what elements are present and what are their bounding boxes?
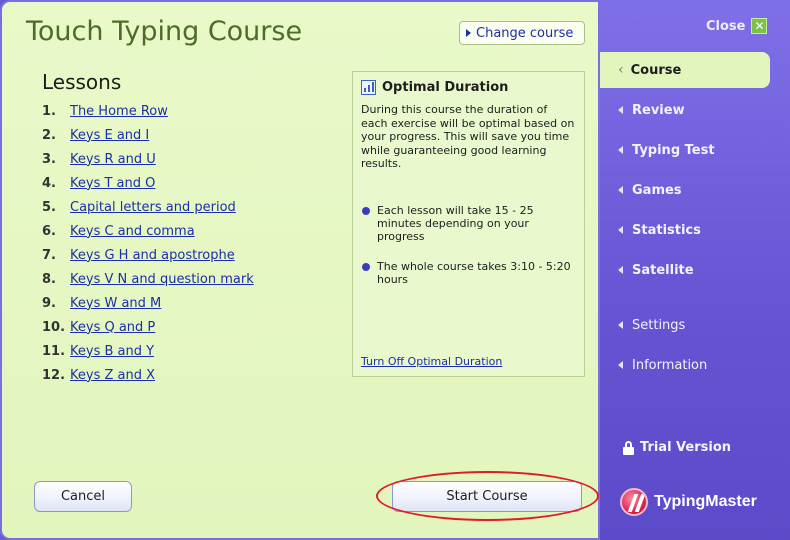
close-icon: ✕ bbox=[751, 18, 768, 34]
duration-bullet-text: The whole course takes 3:10 - 5:20 hours bbox=[377, 260, 571, 286]
lesson-item: 3. Keys R and U bbox=[42, 147, 254, 171]
lesson-link[interactable]: Keys V N and question mark bbox=[70, 272, 254, 287]
bullet-dot-icon bbox=[362, 207, 370, 215]
bullet-dot-icon bbox=[362, 263, 370, 271]
sidebar-item-label: Information bbox=[632, 357, 708, 373]
sidebar-item-label: Course bbox=[630, 62, 682, 78]
sidebar-item-label: Statistics bbox=[632, 222, 701, 238]
lesson-list: 1. The Home Row 2. Keys E and I 3. Keys R a… bbox=[42, 99, 254, 387]
lesson-link[interactable]: Keys Q and P bbox=[70, 320, 155, 335]
arrow-left-icon bbox=[618, 226, 623, 234]
main-panel: Touch Typing Course Change course Lesson… bbox=[0, 0, 600, 540]
chevron-left-icon: ‹ bbox=[618, 62, 624, 78]
lesson-number: 7. bbox=[42, 247, 56, 263]
lesson-item: 8. Keys V N and question mark bbox=[42, 267, 254, 291]
close-label: Close bbox=[706, 18, 746, 34]
lesson-number: 6. bbox=[42, 223, 56, 239]
lesson-item: 1. The Home Row bbox=[42, 99, 254, 123]
arrow-left-icon bbox=[618, 186, 623, 194]
sidebar-item-label: Review bbox=[632, 102, 685, 118]
page-title: Touch Typing Course bbox=[26, 16, 303, 47]
lesson-link[interactable]: Capital letters and period bbox=[70, 200, 236, 215]
arrow-left-icon bbox=[618, 321, 623, 329]
sidebar-item-information[interactable]: Information bbox=[600, 347, 770, 383]
trial-version-link[interactable]: Trial Version bbox=[623, 440, 731, 455]
lesson-item: 11. Keys B and Y bbox=[42, 339, 254, 363]
arrow-left-icon bbox=[618, 106, 623, 114]
lesson-link[interactable]: Keys Z and X bbox=[70, 368, 155, 383]
lesson-item: 10. Keys Q and P bbox=[42, 315, 254, 339]
arrow-left-icon bbox=[618, 266, 623, 274]
lesson-item: 12. Keys Z and X bbox=[42, 363, 254, 387]
lesson-item: 5. Capital letters and period bbox=[42, 195, 254, 219]
optimal-duration-title: Optimal Duration bbox=[382, 80, 509, 95]
optimal-duration-description: During this course the duration of each … bbox=[361, 103, 575, 170]
lesson-number: 4. bbox=[42, 175, 56, 191]
duration-bullet-text: Each lesson will take 15 - 25 minutes de… bbox=[377, 204, 534, 243]
sidebar-item-typing-test[interactable]: Typing Test bbox=[600, 132, 770, 168]
lesson-number: 3. bbox=[42, 151, 56, 167]
lesson-number: 10. bbox=[42, 319, 66, 335]
close-button[interactable]: Close ✕ bbox=[706, 18, 768, 34]
lesson-item: 7. Keys G H and apostrophe bbox=[42, 243, 254, 267]
lesson-number: 2. bbox=[42, 127, 56, 143]
change-course-button[interactable]: Change course bbox=[459, 21, 585, 45]
arrow-right-icon bbox=[466, 29, 471, 37]
lesson-link[interactable]: The Home Row bbox=[70, 104, 168, 119]
arrow-left-icon bbox=[618, 146, 623, 154]
lesson-number: 8. bbox=[42, 271, 56, 287]
trial-version-label: Trial Version bbox=[640, 440, 732, 455]
lesson-number: 9. bbox=[42, 295, 56, 311]
sidebar-item-label: Games bbox=[632, 182, 682, 198]
sidebar-item-satellite[interactable]: Satellite bbox=[600, 252, 770, 288]
sidebar-item-review[interactable]: Review bbox=[600, 92, 770, 128]
sidebar-item-statistics[interactable]: Statistics bbox=[600, 212, 770, 248]
turn-off-optimal-duration-link[interactable]: Turn Off Optimal Duration bbox=[361, 355, 502, 368]
lesson-item: 2. Keys E and I bbox=[42, 123, 254, 147]
sidebar-item-label: Typing Test bbox=[632, 142, 715, 158]
lesson-item: 9. Keys W and M bbox=[42, 291, 254, 315]
cancel-button[interactable]: Cancel bbox=[34, 481, 132, 512]
lesson-link[interactable]: Keys B and Y bbox=[70, 344, 154, 359]
lessons-heading: Lessons bbox=[42, 70, 122, 94]
highlight-ellipse bbox=[376, 471, 599, 521]
lesson-number: 1. bbox=[42, 103, 56, 119]
lesson-link[interactable]: Keys E and I bbox=[70, 128, 149, 143]
arrow-left-icon bbox=[618, 361, 623, 369]
optimal-duration-heading: Optimal Duration bbox=[361, 80, 508, 95]
lesson-link[interactable]: Keys G H and apostrophe bbox=[70, 248, 235, 263]
brand-logo: TypingMaster bbox=[620, 488, 757, 516]
lesson-item: 4. Keys T and O bbox=[42, 171, 254, 195]
lesson-link[interactable]: Keys R and U bbox=[70, 152, 156, 167]
typingmaster-logo-icon bbox=[620, 488, 648, 516]
lesson-number: 11. bbox=[42, 343, 66, 359]
lock-icon bbox=[623, 440, 634, 455]
sidebar-item-settings[interactable]: Settings bbox=[600, 307, 770, 343]
change-course-label: Change course bbox=[476, 25, 574, 41]
sidebar-item-label: Settings bbox=[632, 317, 686, 333]
lesson-link[interactable]: Keys T and O bbox=[70, 176, 155, 191]
bar-chart-icon bbox=[361, 80, 376, 95]
sidebar-item-course[interactable]: ‹ Course bbox=[600, 52, 770, 88]
lesson-link[interactable]: Keys C and comma bbox=[70, 224, 195, 239]
lesson-number: 12. bbox=[42, 367, 66, 383]
lesson-number: 5. bbox=[42, 199, 56, 215]
brand-name: TypingMaster bbox=[654, 493, 757, 510]
sidebar-item-label: Satellite bbox=[632, 262, 694, 278]
lesson-item: 6. Keys C and comma bbox=[42, 219, 254, 243]
optimal-duration-panel: Optimal Duration During this course the … bbox=[352, 71, 585, 377]
duration-bullet: The whole course takes 3:10 - 5:20 hours bbox=[362, 260, 572, 286]
sidebar-item-games[interactable]: Games bbox=[600, 172, 770, 208]
lesson-link[interactable]: Keys W and M bbox=[70, 296, 161, 311]
duration-bullet: Each lesson will take 15 - 25 minutes de… bbox=[362, 204, 572, 243]
